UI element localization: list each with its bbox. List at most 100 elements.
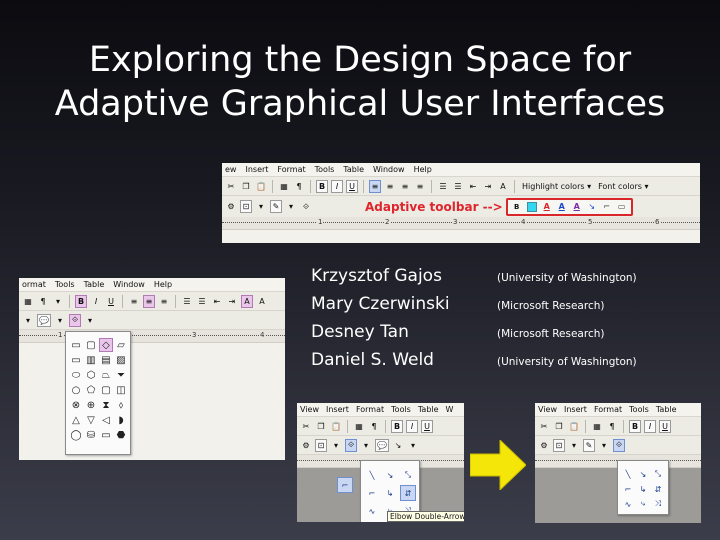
manual-input-shape-icon[interactable]: ⏢ <box>99 368 113 382</box>
indent-icon[interactable]: ⇥ <box>226 295 238 308</box>
pilcrow-icon[interactable]: ¶ <box>37 295 49 308</box>
curved-connector-icon[interactable]: ∿ <box>364 503 380 519</box>
dropdown-arrow-icon[interactable]: ▾ <box>22 314 34 327</box>
connector-shapes-button[interactable]: ⟐ <box>68 313 81 327</box>
blue-font-color-icon[interactable]: A <box>556 200 568 213</box>
diamond-shape-icon[interactable]: ◇ <box>99 338 113 352</box>
elbow-connector-icon[interactable]: ⌐ <box>601 200 613 213</box>
elbow-double-arrow-connector-icon[interactable]: ⇵ <box>400 485 416 501</box>
font-colors-menu[interactable]: Font colors ▾ <box>596 180 650 193</box>
menu-table[interactable]: Table <box>656 405 677 414</box>
connector-icon[interactable]: ⟐ <box>300 200 312 213</box>
shapes-icon[interactable]: ⊡ <box>240 200 252 213</box>
terminator-shape-icon[interactable]: ⬭ <box>69 368 83 382</box>
menu-tools[interactable]: Tools <box>629 405 649 414</box>
highlight-colors-menu[interactable]: Highlight colors ▾ <box>520 180 593 193</box>
extract-shape-icon[interactable]: △ <box>69 413 83 427</box>
multidocument-shape-icon[interactable]: ▨ <box>114 353 128 367</box>
dropdown-arrow-icon[interactable]: ▾ <box>52 295 64 308</box>
bullets-icon[interactable]: ☰ <box>196 295 208 308</box>
menu-table[interactable]: Table <box>343 165 364 174</box>
shapes-icon[interactable]: ⊡ <box>553 438 565 452</box>
menu-insert[interactable]: Insert <box>245 165 268 174</box>
italic-icon[interactable]: I <box>406 419 418 433</box>
callout-icon[interactable]: 💬 <box>37 313 51 327</box>
red-font-color-icon[interactable]: A <box>541 200 553 213</box>
align-center-icon[interactable]: ≡ <box>143 294 155 308</box>
dropdown-arrow-icon[interactable]: ▾ <box>568 439 580 452</box>
menu-tools[interactable]: Tools <box>391 405 411 414</box>
magnetic-disk-shape-icon[interactable]: ⛁ <box>84 428 98 442</box>
table-icon[interactable]: ▦ <box>591 420 603 433</box>
rounded-rectangle-shape-icon[interactable]: ▢ <box>84 338 98 352</box>
menu-help[interactable]: Help <box>414 165 432 174</box>
connectors-button[interactable]: ⟐ <box>345 438 357 452</box>
elbow-arrow-connector-icon[interactable]: ↳ <box>382 485 398 501</box>
sort-shape-icon[interactable]: ⬨ <box>114 398 128 412</box>
styles-icon[interactable]: ⚙ <box>300 439 312 452</box>
copy-icon[interactable]: ❐ <box>315 420 327 433</box>
dropdown-arrow-icon[interactable]: ▾ <box>255 200 267 213</box>
pilcrow-icon[interactable]: ¶ <box>293 180 305 193</box>
bold-icon[interactable]: B <box>316 179 328 193</box>
cut-icon[interactable]: ✂ <box>538 420 550 433</box>
numbering-icon[interactable]: ☰ <box>181 295 193 308</box>
menu-view[interactable]: View <box>538 405 557 414</box>
dropdown-arrow-icon-2[interactable]: ▾ <box>360 439 372 452</box>
delay-shape-icon[interactable]: ◗ <box>114 413 128 427</box>
display-shape-icon[interactable]: ⬣ <box>114 428 128 442</box>
table-icon[interactable]: ▦ <box>278 180 290 193</box>
paste-icon[interactable]: 📋 <box>255 180 267 193</box>
outdent-icon[interactable]: ⇤ <box>211 295 223 308</box>
bold-icon[interactable]: B <box>629 419 641 433</box>
connector-shape-icon[interactable]: ○ <box>69 383 83 397</box>
menu-table[interactable]: Table <box>418 405 439 414</box>
internal-storage-shape-icon[interactable]: ▤ <box>99 353 113 367</box>
menu-insert[interactable]: Insert <box>326 405 349 414</box>
line-connector-icon[interactable]: ↘ <box>586 200 598 213</box>
bold-icon[interactable]: B <box>391 419 403 433</box>
paste-icon[interactable]: 📋 <box>330 420 342 433</box>
dropdown-arrow-icon-2[interactable]: ▾ <box>598 439 610 452</box>
card-shape-icon[interactable]: ▢ <box>99 383 113 397</box>
predefined-process-shape-icon[interactable]: ▥ <box>84 353 98 367</box>
elbow-double-arrow-connector-icon[interactable]: ⇵ <box>651 482 665 496</box>
align-left-icon[interactable]: ≡ <box>128 295 140 308</box>
menu-help[interactable]: Help <box>154 280 172 289</box>
outdent-icon[interactable]: ⇤ <box>467 180 479 193</box>
shapes-icon[interactable]: ⊡ <box>315 438 327 452</box>
align-center-icon[interactable]: ≡ <box>384 180 396 193</box>
menu-insert[interactable]: Insert <box>564 405 587 414</box>
punched-tape-shape-icon[interactable]: ◫ <box>114 383 128 397</box>
manual-operation-shape-icon[interactable]: ⏷ <box>114 368 128 382</box>
dropdown-arrow-icon-2[interactable]: ▾ <box>285 200 297 213</box>
pencil-icon[interactable]: ✎ <box>583 438 595 452</box>
purple-font-color-icon[interactable]: A <box>571 200 583 213</box>
grow-font-icon[interactable]: A <box>241 294 253 308</box>
merge-shape-icon[interactable]: ▽ <box>84 413 98 427</box>
elbow-connector-icon[interactable]: ⌐ <box>621 482 635 496</box>
paste-icon[interactable]: 📋 <box>568 420 580 433</box>
copy-icon[interactable]: ❐ <box>240 180 252 193</box>
pencil-icon[interactable]: ✎ <box>270 200 282 213</box>
elbow-connector-icon[interactable]: ⌐ <box>364 485 380 501</box>
menu-view[interactable]: View <box>300 405 319 414</box>
menu-format[interactable]: Format <box>356 405 384 414</box>
menu-window[interactable]: Window <box>113 280 145 289</box>
preparation-shape-icon[interactable]: ⬡ <box>84 368 98 382</box>
menu-window[interactable]: Window <box>373 165 405 174</box>
document-shape-icon[interactable]: ▭ <box>69 353 83 367</box>
indent-icon[interactable]: ⇥ <box>482 180 494 193</box>
curved-connector-icon[interactable]: ∿ <box>621 497 635 511</box>
elbow-arrow-connector-icon[interactable]: ↳ <box>636 482 650 496</box>
cyan-highlight-icon[interactable] <box>526 200 538 213</box>
underline-icon[interactable]: U <box>659 419 671 433</box>
align-right-icon[interactable]: ≡ <box>158 295 170 308</box>
underline-icon[interactable]: U <box>105 295 117 308</box>
dropdown-arrow-icon-3[interactable]: ▾ <box>407 439 419 452</box>
curved-double-arrow-connector-icon[interactable]: ⤨ <box>651 497 665 511</box>
straight-connector-icon[interactable]: ╲ <box>621 467 635 481</box>
menu-format[interactable]: Format <box>277 165 305 174</box>
stored-data-shape-icon[interactable]: ◁ <box>99 413 113 427</box>
bullets-icon[interactable]: ☰ <box>452 180 464 193</box>
